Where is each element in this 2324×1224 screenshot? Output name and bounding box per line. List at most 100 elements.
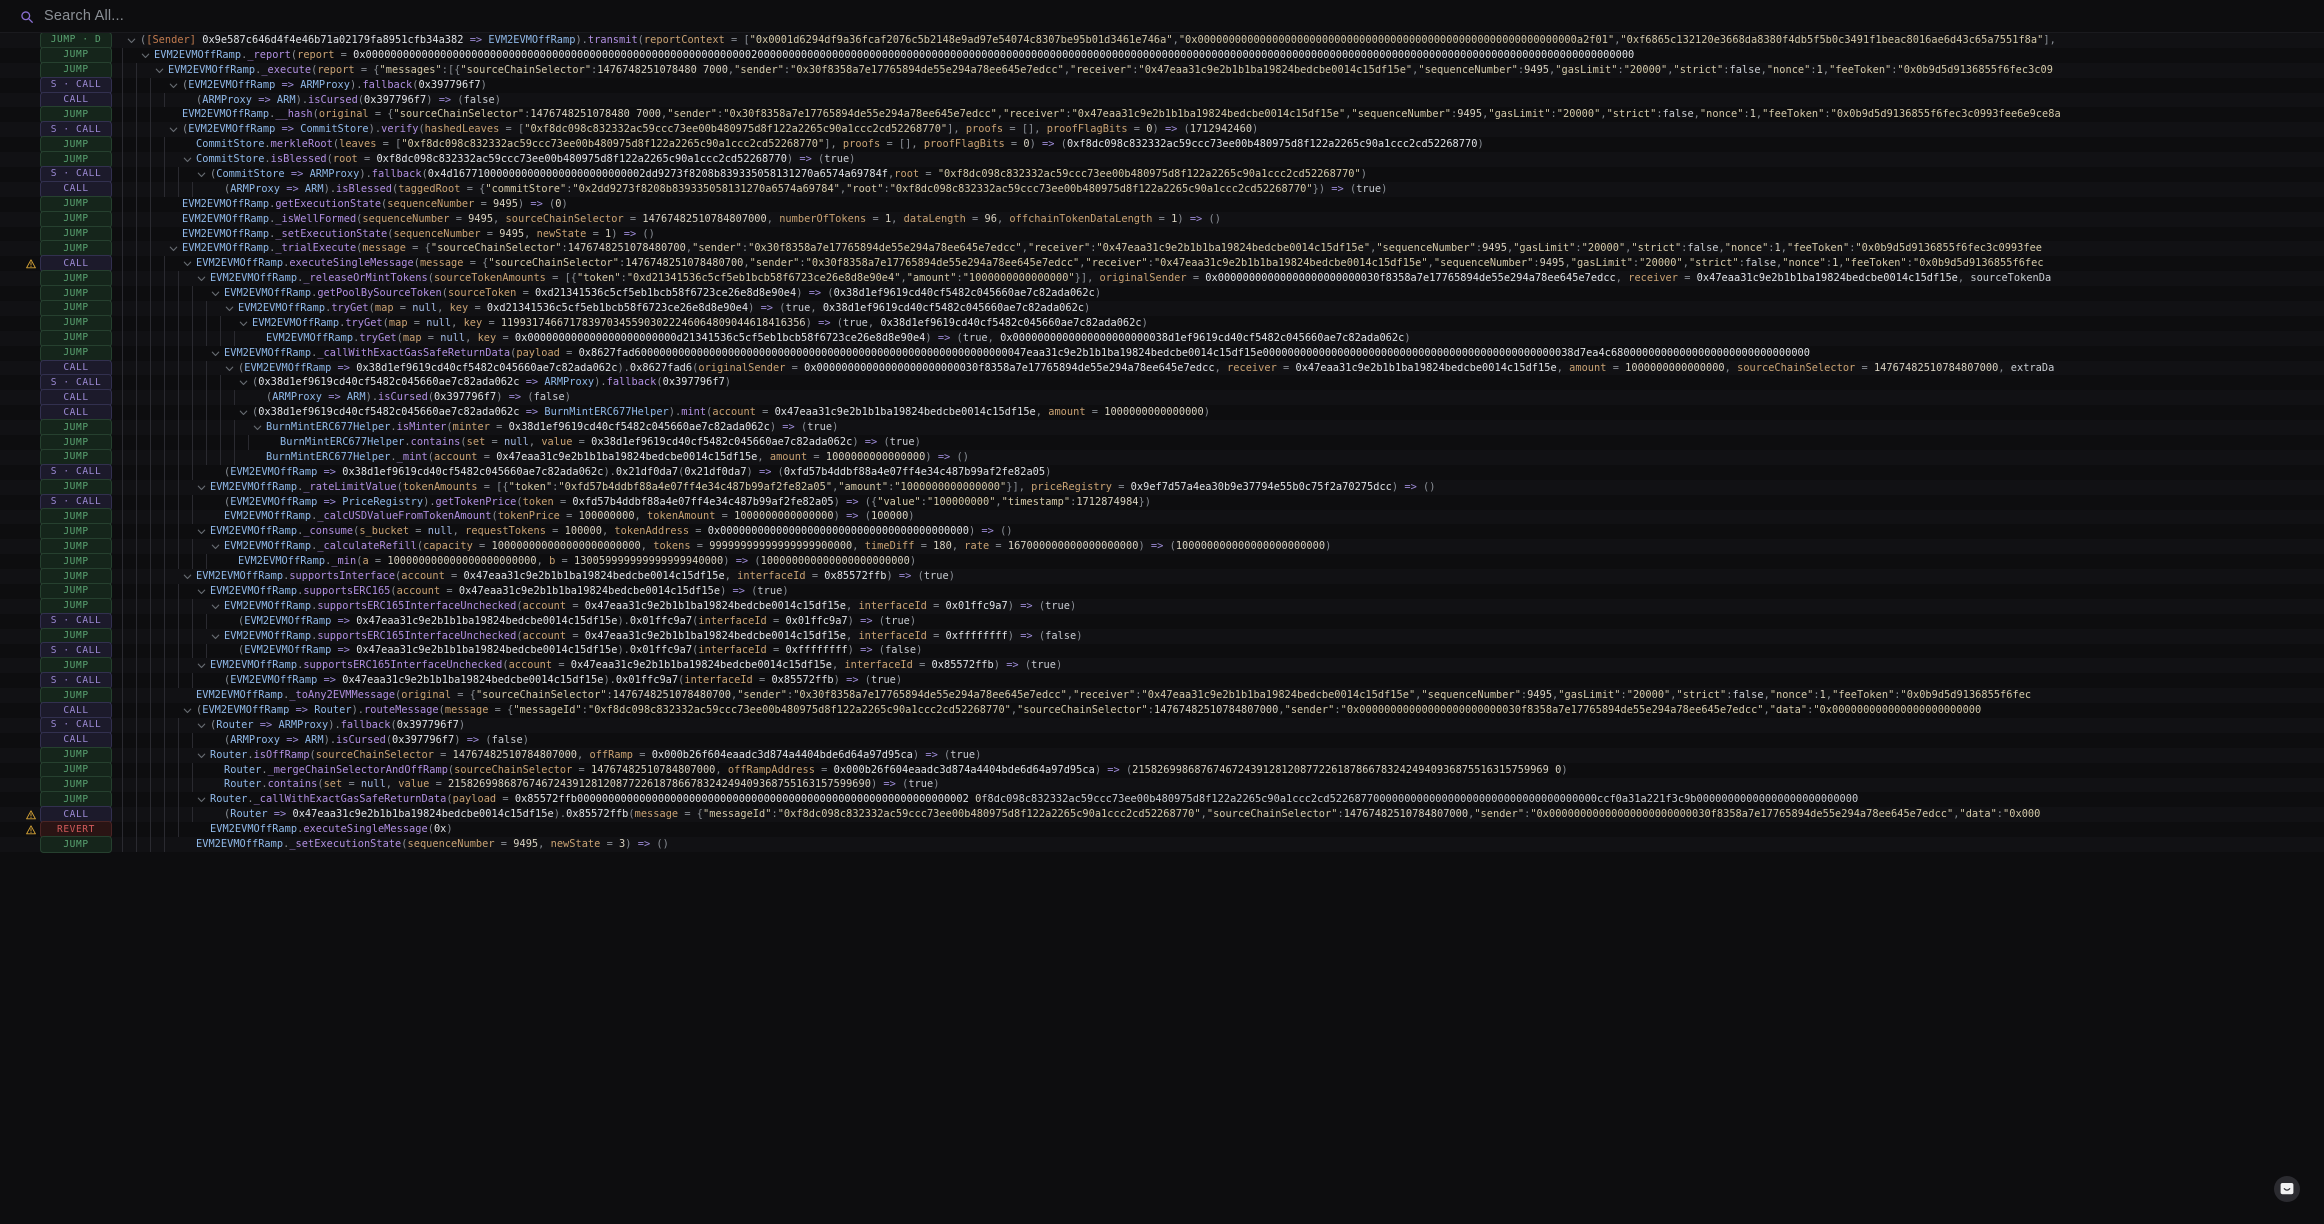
trace-list[interactable]: JUMP · D ([Sender] 0x9e587c646d4f4e46b71a… <box>0 33 2324 1224</box>
trace-row[interactable]: JUMP EVM2EVMOffRamp._report(report = 0x00… <box>0 46 2324 64</box>
chevron-down-icon[interactable] <box>168 124 179 135</box>
chevron-down-icon[interactable] <box>196 273 207 284</box>
chevron-down-icon[interactable] <box>182 154 193 165</box>
chevron-down-icon[interactable] <box>196 482 207 493</box>
indent-guides <box>116 181 210 197</box>
chevron-down-icon[interactable] <box>210 288 221 299</box>
chevron-placeholder <box>210 779 221 790</box>
trace-row[interactable]: JUMP Router._mergeChainSelectorAndOffRamp… <box>0 761 2324 779</box>
trace-row[interactable]: JUMP EVM2EVMOffRamp.getExecutionState(seq… <box>0 195 2324 213</box>
trace-row[interactable]: CALL (EVM2EVMOffRamp => Router).routeMess… <box>0 702 2324 720</box>
trace-row[interactable]: S · CALL (CommitStore => ARMProxy).fallba… <box>0 165 2324 183</box>
trace-row[interactable]: JUMP EVM2EVMOffRamp.supportsERC165Interfa… <box>0 627 2324 645</box>
chevron-down-icon[interactable] <box>182 705 193 716</box>
chevron-down-icon[interactable] <box>210 348 221 359</box>
chevron-down-icon[interactable] <box>238 377 249 388</box>
trace-row-text: EVM2EVMOffRamp._calcUSDValueFromTokenAmo… <box>224 510 915 523</box>
trace-row[interactable]: JUMP Router.contains(set = null, value = … <box>0 776 2324 794</box>
chevron-placeholder <box>252 392 263 403</box>
trace-row[interactable]: CALL (0x38d1ef9619cd40cf5482c045660ae7c82… <box>0 404 2324 422</box>
trace-row[interactable]: CALL (ARMProxy => ARM).isBlessed(taggedRo… <box>0 180 2324 198</box>
trace-row[interactable]: JUMP EVM2EVMOffRamp.__hash(original = {"s… <box>0 106 2324 124</box>
trace-row-code: (CommitStore => ARMProxy).fallback(0x4d1… <box>116 167 2324 182</box>
trace-row[interactable]: CALL (ARMProxy => ARM).isCursed(0x397796f… <box>0 91 2324 109</box>
indent-guides <box>116 673 210 689</box>
trace-row[interactable]: JUMP EVM2EVMOffRamp._callWithExactGasSafe… <box>0 344 2324 362</box>
chevron-down-icon[interactable] <box>154 65 165 76</box>
trace-row[interactable]: JUMP CommitStore.isBlessed(root = 0xf8dc0… <box>0 151 2324 169</box>
trace-row[interactable]: JUMP CommitStore.merkleRoot(leaves = ["0x… <box>0 136 2324 154</box>
trace-row[interactable]: S · CALL (EVM2EVMOffRamp => 0x47eaa31c9e2… <box>0 642 2324 660</box>
trace-row[interactable]: JUMP BurnMintERC677Helper.isMinter(minter… <box>0 419 2324 437</box>
trace-row[interactable]: S · CALL (EVM2EVMOffRamp => CommitStore).… <box>0 121 2324 139</box>
chevron-down-icon[interactable] <box>224 363 235 374</box>
chevron-down-icon[interactable] <box>196 586 207 597</box>
chevron-down-icon[interactable] <box>252 422 263 433</box>
trace-row[interactable]: JUMP BurnMintERC677Helper._mint(account =… <box>0 448 2324 466</box>
chevron-down-icon[interactable] <box>210 541 221 552</box>
trace-row[interactable]: REVERT EVM2EVMOffRamp.executeSingleMessag… <box>0 821 2324 839</box>
trace-row[interactable]: JUMP EVM2EVMOffRamp._min(a = 100000000000… <box>0 553 2324 571</box>
trace-row[interactable]: JUMP EVM2EVMOffRamp.supportsERC165Interfa… <box>0 597 2324 615</box>
chevron-down-icon[interactable] <box>196 169 207 180</box>
trace-row[interactable]: JUMP EVM2EVMOffRamp.supportsERC165(accoun… <box>0 582 2324 600</box>
search-input[interactable] <box>44 8 464 24</box>
opcode-badge[interactable]: JUMP <box>40 836 112 854</box>
trace-row[interactable]: JUMP EVM2EVMOffRamp._calcUSDValueFromToke… <box>0 508 2324 526</box>
trace-row[interactable]: JUMP EVM2EVMOffRamp._trialExecute(message… <box>0 240 2324 258</box>
trace-row[interactable]: S · CALL (EVM2EVMOffRamp => 0x47eaa31c9e2… <box>0 612 2324 630</box>
trace-row[interactable]: JUMP EVM2EVMOffRamp._setExecutionState(se… <box>0 225 2324 243</box>
trace-row[interactable]: JUMP EVM2EVMOffRamp.tryGet(map = null, ke… <box>0 299 2324 317</box>
trace-row[interactable]: JUMP BurnMintERC677Helper.contains(set = … <box>0 434 2324 451</box>
chevron-down-icon[interactable] <box>196 794 207 805</box>
trace-row[interactable]: S · CALL (Router => ARMProxy).fallback(0x… <box>0 716 2324 734</box>
chevron-down-icon[interactable] <box>238 407 249 418</box>
trace-row[interactable]: JUMP EVM2EVMOffRamp._setExecutionState(se… <box>0 836 2324 854</box>
chevron-down-icon[interactable] <box>210 601 221 612</box>
trace-row[interactable]: S · CALL (EVM2EVMOffRamp => 0x38d1ef9619c… <box>0 463 2324 481</box>
trace-row[interactable]: CALL EVM2EVMOffRamp.executeSingleMessage(… <box>0 255 2324 273</box>
chevron-down-icon[interactable] <box>196 660 207 671</box>
trace-row[interactable]: S · CALL (EVM2EVMOffRamp => PriceRegistry… <box>0 493 2324 511</box>
chevron-down-icon[interactable] <box>168 243 179 254</box>
trace-row[interactable]: S · CALL (0x38d1ef9619cd40cf5482c045660ae… <box>0 374 2324 392</box>
trace-row[interactable]: JUMP EVM2EVMOffRamp._calculateRefill(capa… <box>0 538 2324 556</box>
trace-row[interactable]: S · CALL (EVM2EVMOffRamp => ARMProxy).fal… <box>0 76 2324 94</box>
chevron-down-icon[interactable] <box>238 318 249 329</box>
chevron-down-icon[interactable] <box>224 303 235 314</box>
feedback-button[interactable] <box>2274 1176 2300 1202</box>
trace-row-gutter: S · CALL <box>0 642 116 660</box>
trace-row[interactable]: S · CALL (EVM2EVMOffRamp => 0x47eaa31c9e2… <box>0 672 2324 690</box>
chevron-down-icon[interactable] <box>140 50 151 61</box>
chevron-down-icon[interactable] <box>182 571 193 582</box>
trace-row[interactable]: CALL (ARMProxy => ARM).isCursed(0x397796f… <box>0 389 2324 407</box>
warn-placeholder <box>26 750 36 760</box>
trace-row[interactable]: JUMP EVM2EVMOffRamp.supportsInterface(acc… <box>0 568 2324 586</box>
chevron-down-icon[interactable] <box>126 35 137 46</box>
chevron-down-icon[interactable] <box>196 526 207 537</box>
chevron-down-icon[interactable] <box>182 258 193 269</box>
trace-row[interactable]: JUMP EVM2EVMOffRamp._consume(s_bucket = n… <box>0 523 2324 541</box>
trace-row[interactable]: CALL (EVM2EVMOffRamp => 0x38d1ef9619cd40c… <box>0 359 2324 377</box>
trace-row[interactable]: JUMP EVM2EVMOffRamp._releaseOrMintTokens(… <box>0 270 2324 288</box>
chevron-down-icon[interactable] <box>196 750 207 761</box>
trace-row-gutter: CALL <box>0 702 116 720</box>
trace-row[interactable]: JUMP EVM2EVMOffRamp._isWellFormed(sequenc… <box>0 210 2324 228</box>
chevron-down-icon[interactable] <box>196 720 207 731</box>
trace-row[interactable]: JUMP EVM2EVMOffRamp.tryGet(map = null, ke… <box>0 314 2324 332</box>
trace-row[interactable]: CALL (Router => 0x47eaa31c9e2b1b1ba19824b… <box>0 806 2324 824</box>
trace-row[interactable]: JUMP EVM2EVMOffRamp.supportsERC165Interfa… <box>0 657 2324 675</box>
chevron-down-icon[interactable] <box>168 80 179 91</box>
chevron-down-icon[interactable] <box>210 631 221 642</box>
trace-row[interactable]: JUMP EVM2EVMOffRamp._toAny2EVMMessage(ori… <box>0 687 2324 705</box>
trace-row[interactable]: JUMP Router.isOffRamp(sourceChainSelector… <box>0 746 2324 764</box>
trace-row-code: EVM2EVMOffRamp._calcUSDValueFromTokenAmo… <box>116 509 2324 525</box>
trace-row[interactable]: JUMP EVM2EVMOffRamp.getPoolBySourceToken(… <box>0 285 2324 303</box>
trace-row[interactable]: JUMP Router._callWithExactGasSafeReturnDa… <box>0 791 2324 809</box>
chevron-placeholder <box>196 824 207 835</box>
trace-row[interactable]: JUMP EVM2EVMOffRamp.tryGet(map = null, ke… <box>0 329 2324 347</box>
trace-row[interactable]: JUMP EVM2EVMOffRamp._execute(report = {"m… <box>0 61 2324 79</box>
trace-row[interactable]: CALL (ARMProxy => ARM).isCursed(0x397796f… <box>0 731 2324 749</box>
trace-row[interactable]: JUMP · D ([Sender] 0x9e587c646d4f4e46b71a… <box>0 33 2324 49</box>
trace-row[interactable]: JUMP EVM2EVMOffRamp._rateLimitValue(token… <box>0 478 2324 496</box>
